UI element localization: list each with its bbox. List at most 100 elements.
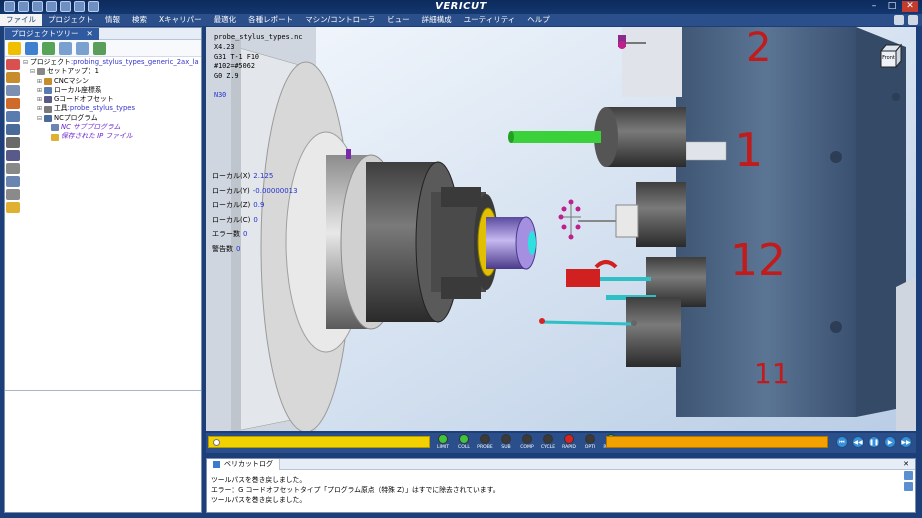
settings-icon[interactable] bbox=[908, 15, 918, 25]
tree-expander-icon[interactable]: ⊞ bbox=[37, 86, 44, 95]
local-readout: 警告数 0 bbox=[212, 242, 298, 257]
progress-knob[interactable] bbox=[213, 439, 220, 446]
readout-label: ローカル(X) bbox=[212, 172, 251, 180]
local-readout: ローカル(C) 0 bbox=[212, 213, 298, 228]
tree-item-value: 保存された IP ファイル bbox=[61, 132, 133, 141]
turret-number-12: 12 bbox=[730, 235, 786, 286]
close-button[interactable]: ✕ bbox=[902, 1, 918, 12]
menu-item-2[interactable]: 情報 bbox=[99, 14, 126, 26]
view-cube-label: Front bbox=[882, 55, 895, 61]
tool-icon[interactable] bbox=[6, 163, 20, 174]
tree-item-label: セットアップ：1 bbox=[47, 67, 99, 76]
project-tree-tabbar: プロジェクトツリー ✕ bbox=[5, 27, 201, 40]
menu-item-1[interactable]: プロジェクト bbox=[42, 14, 99, 26]
pencil-icon[interactable] bbox=[8, 41, 21, 55]
nc-line: G31 T-1 F10 bbox=[214, 52, 260, 61]
tree-expander-icon[interactable]: ⊟ bbox=[23, 58, 28, 67]
nc-icon[interactable] bbox=[6, 176, 20, 187]
tab-label: プロジェクトツリー bbox=[11, 28, 79, 38]
export-icon[interactable] bbox=[93, 41, 106, 55]
log-icon bbox=[213, 460, 220, 468]
view-cube[interactable]: Front bbox=[878, 43, 904, 69]
play-button[interactable]: ▶ bbox=[884, 436, 896, 448]
status-led: COMP bbox=[518, 434, 536, 450]
tree-item[interactable]: ⊞ ローカル座標系 bbox=[9, 86, 199, 95]
help-icon[interactable] bbox=[894, 15, 904, 25]
report-icon[interactable] bbox=[6, 189, 20, 200]
gcode-icon bbox=[44, 96, 52, 104]
tree-expander-icon[interactable]: ⊞ bbox=[37, 95, 44, 104]
close-icon[interactable]: ✕ bbox=[87, 28, 93, 40]
menu-item-5[interactable]: 最適化 bbox=[208, 14, 243, 26]
graphics-viewport[interactable]: probe_stylus_types.nc X4.23 G31 T-1 F10 #1… bbox=[206, 27, 916, 431]
panel-divider bbox=[5, 390, 201, 391]
rewind-button[interactable]: ⏮ bbox=[836, 436, 848, 448]
menu-item-3[interactable]: 検索 bbox=[126, 14, 153, 26]
turret-number-2: 2 bbox=[746, 27, 772, 71]
tree-item[interactable]: ⊞ 工具:probe_stylus_types bbox=[9, 104, 199, 113]
log-filter-icon[interactable] bbox=[904, 471, 913, 480]
tree-item[interactable]: 保存された IP ファイル bbox=[9, 132, 199, 141]
tree-expander-icon[interactable]: ⊞ bbox=[37, 104, 44, 113]
pause-button[interactable]: ❚❚ bbox=[868, 436, 880, 448]
nc-line: G0 Z.9 bbox=[214, 71, 239, 80]
log-tabbar: ベリカットログ ✕ bbox=[207, 458, 915, 470]
tree-item[interactable]: ⊟ セットアップ：1 bbox=[9, 67, 199, 76]
tool-icon bbox=[44, 105, 52, 113]
window-controls: – □ ✕ bbox=[866, 1, 918, 12]
tree-item[interactable]: ⊞ CNCマシン bbox=[9, 77, 199, 86]
status-led: SUB bbox=[497, 434, 515, 450]
speed-slider[interactable] bbox=[606, 436, 828, 448]
fast-forward-button[interactable]: ▶▶ bbox=[900, 436, 912, 448]
menu-item-10[interactable]: ユーティリティ bbox=[458, 14, 522, 26]
list-icon[interactable] bbox=[25, 41, 38, 55]
menu-bar: ファイル プロジェクト 情報 検索 Xキャリパー 最適化 各種レポート マシン/コントローラビ… bbox=[0, 14, 922, 26]
menu-item-4[interactable]: Xキャリパー bbox=[153, 14, 208, 26]
nc2-icon bbox=[51, 124, 59, 132]
log-tab-label: ベリカットログ bbox=[224, 459, 273, 468]
tree-item[interactable]: ⊞ Gコードオフセット bbox=[9, 95, 199, 104]
maximize-button[interactable]: □ bbox=[884, 1, 900, 12]
title-bar: VERICUT – □ ✕ bbox=[0, 0, 922, 14]
nc-line bbox=[214, 81, 259, 91]
turret-number-1: 1 bbox=[734, 123, 764, 177]
minimize-button[interactable]: – bbox=[866, 1, 882, 12]
menu-item-7[interactable]: マシン/コントローラ bbox=[299, 14, 381, 26]
tab-project-tree[interactable]: プロジェクトツリー ✕ bbox=[5, 27, 99, 40]
tree-item[interactable]: ⊟ プロジェクト:probing_stylus_types_generic_2ax… bbox=[9, 58, 199, 67]
log-clear-icon[interactable] bbox=[904, 482, 913, 491]
add-icon[interactable] bbox=[42, 41, 55, 55]
tree-expander-icon[interactable]: ⊞ bbox=[37, 77, 44, 86]
machine-scene bbox=[206, 27, 916, 431]
tree-item-label: NCプログラム bbox=[54, 113, 98, 122]
log-line: ツールパスを巻き戻しました。 bbox=[211, 496, 307, 504]
menu-item-9[interactable]: 詳細構成 bbox=[416, 14, 458, 26]
readout-label: ローカル(Z) bbox=[212, 201, 251, 209]
tree-item-label: Gコードオフセット bbox=[54, 95, 114, 104]
tree-item[interactable]: ⊟ NCプログラム bbox=[9, 114, 199, 123]
folder-icon[interactable] bbox=[6, 202, 20, 213]
gcode-icon[interactable] bbox=[6, 150, 20, 161]
tab-vericut-log[interactable]: ベリカットログ bbox=[207, 458, 280, 470]
nc-line: N30 bbox=[214, 90, 227, 99]
menu-item-11[interactable]: ヘルプ bbox=[521, 14, 556, 26]
tree-item-label: 工具 bbox=[54, 104, 68, 113]
led-label: COMP bbox=[520, 445, 534, 450]
log-close-icon[interactable]: ✕ bbox=[903, 460, 909, 468]
menu-item-6[interactable]: 各種レポート bbox=[242, 14, 299, 26]
tree-expander-icon[interactable]: ⊟ bbox=[37, 114, 44, 123]
progress-slider[interactable] bbox=[208, 436, 430, 448]
step-back-button[interactable]: ◀◀ bbox=[852, 436, 864, 448]
tree-item[interactable]: NC サブプログラム bbox=[9, 123, 199, 132]
tree-item-value: :probe_stylus_types bbox=[67, 104, 135, 113]
playback-buttons: ⏮ ◀◀ ❚❚ ▶ ▶▶ bbox=[836, 436, 912, 448]
menu-item-0[interactable]: ファイル bbox=[0, 14, 42, 26]
menu-item-8[interactable]: ビュー bbox=[381, 14, 416, 26]
redo-arrow-icon[interactable] bbox=[76, 41, 89, 55]
status-led: PROBE bbox=[476, 434, 494, 450]
tree-expander-icon[interactable]: ⊟ bbox=[30, 67, 37, 76]
undo-arrow-icon[interactable] bbox=[59, 41, 72, 55]
app-title: VERICUT bbox=[435, 1, 487, 12]
readout-value: 0 bbox=[253, 215, 258, 224]
readout-label: ローカル(C) bbox=[212, 215, 251, 224]
